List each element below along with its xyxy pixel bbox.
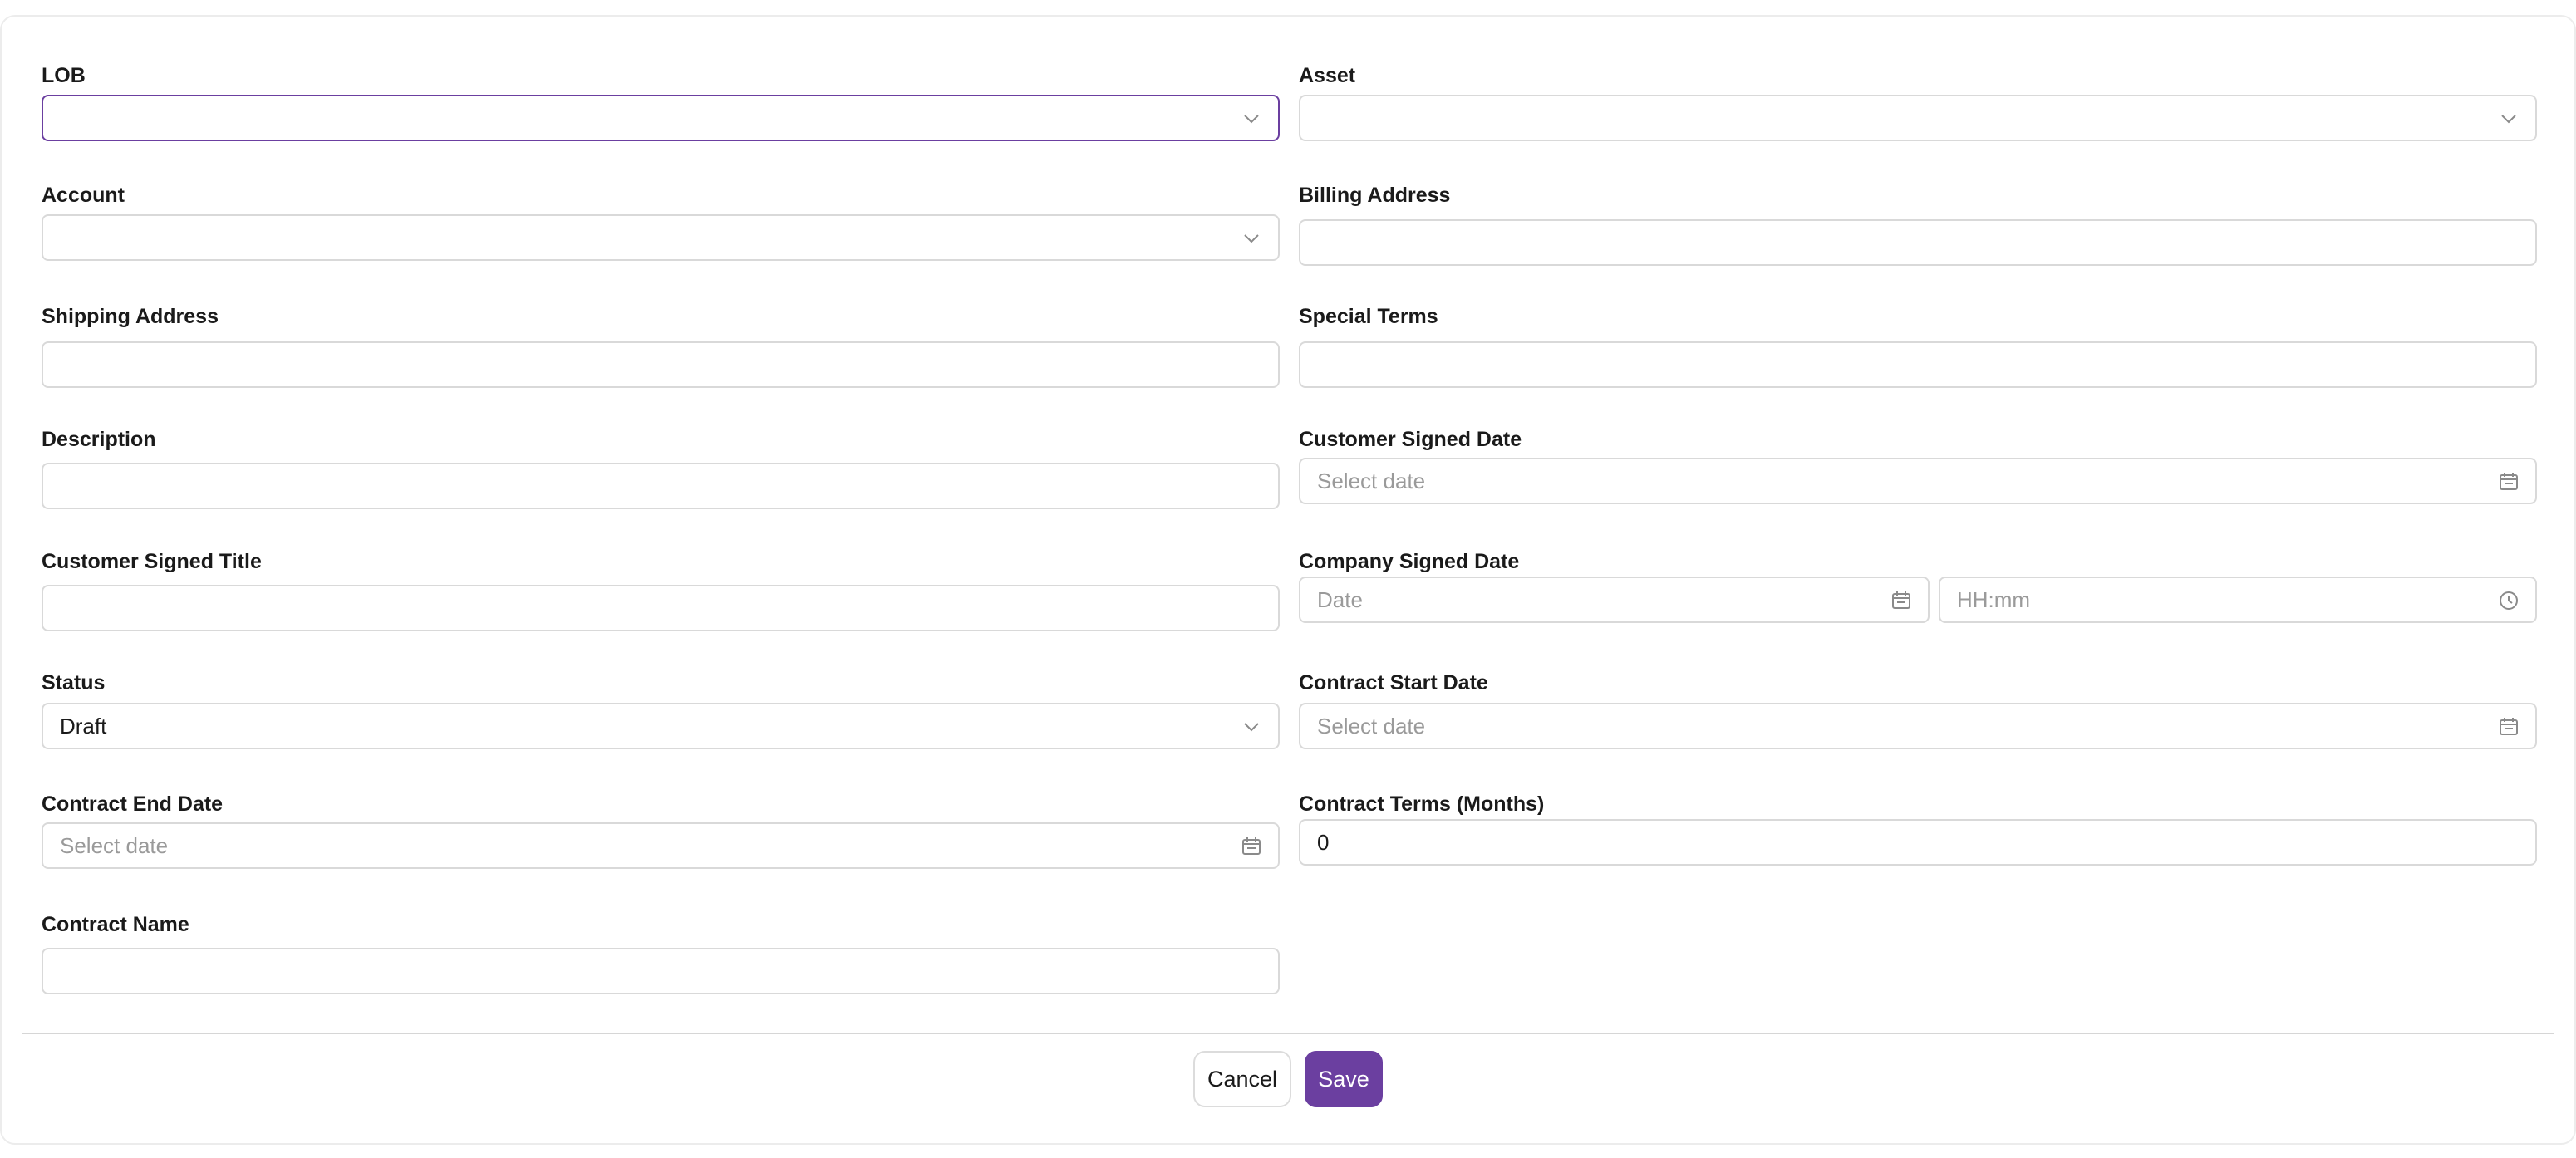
description-input[interactable]	[42, 463, 1280, 509]
chevron-down-icon	[1240, 227, 1263, 250]
customer-signed-date-picker[interactable]: Select date	[1299, 458, 2537, 504]
company-signed-time-placeholder: HH:mm	[1957, 587, 2031, 612]
calendar-icon	[1240, 835, 1263, 858]
contract-end-date-label: Contract End Date	[42, 792, 224, 816]
company-signed-date-placeholder: Date	[1317, 587, 1363, 612]
contract-end-date-placeholder: Select date	[60, 833, 169, 858]
company-signed-date-label: Company Signed Date	[1299, 550, 1520, 573]
lob-select[interactable]	[42, 95, 1280, 141]
special-terms-input[interactable]	[1299, 341, 2537, 388]
clock-icon	[2497, 589, 2520, 612]
billing-address-label: Billing Address	[1299, 184, 1451, 207]
status-label: Status	[42, 671, 106, 694]
contract-terms-label: Contract Terms (Months)	[1299, 792, 1545, 816]
calendar-icon	[1890, 589, 1913, 612]
status-value: Draft	[60, 714, 107, 738]
calendar-icon	[2497, 470, 2520, 493]
status-select[interactable]: Draft	[42, 703, 1280, 749]
contract-form-card: LOB Asset Account Billing Address Shippi…	[0, 15, 2576, 1145]
company-signed-date-picker[interactable]: Date	[1299, 577, 1930, 623]
lob-label: LOB	[42, 64, 86, 87]
save-button[interactable]: Save	[1305, 1051, 1383, 1107]
account-label: Account	[42, 184, 125, 207]
customer-signed-title-input[interactable]	[42, 585, 1280, 631]
customer-signed-date-placeholder: Select date	[1317, 469, 1426, 493]
asset-label: Asset	[1299, 64, 1356, 87]
customer-signed-title-label: Customer Signed Title	[42, 550, 262, 573]
contract-start-date-placeholder: Select date	[1317, 714, 1426, 738]
description-label: Description	[42, 428, 156, 451]
billing-address-input[interactable]	[1299, 219, 2537, 266]
account-select[interactable]	[42, 214, 1280, 261]
cancel-button[interactable]: Cancel	[1193, 1051, 1291, 1107]
contract-name-label: Contract Name	[42, 913, 189, 936]
company-signed-time-picker[interactable]: HH:mm	[1939, 577, 2537, 623]
contract-end-date-picker[interactable]: Select date	[42, 822, 1280, 869]
contract-terms-value: 0	[1317, 830, 1330, 855]
contract-start-date-label: Contract Start Date	[1299, 671, 1488, 694]
contract-start-date-picker[interactable]: Select date	[1299, 703, 2537, 749]
asset-select[interactable]	[1299, 95, 2537, 141]
footer-divider	[22, 1033, 2554, 1034]
chevron-down-icon	[1240, 107, 1263, 130]
chevron-down-icon	[1240, 715, 1263, 738]
customer-signed-date-label: Customer Signed Date	[1299, 428, 1522, 451]
shipping-address-input[interactable]	[42, 341, 1280, 388]
shipping-address-label: Shipping Address	[42, 305, 219, 328]
chevron-down-icon	[2497, 107, 2520, 130]
special-terms-label: Special Terms	[1299, 305, 1438, 328]
calendar-icon	[2497, 715, 2520, 738]
contract-name-input[interactable]	[42, 948, 1280, 994]
contract-terms-input[interactable]: 0	[1299, 819, 2537, 866]
